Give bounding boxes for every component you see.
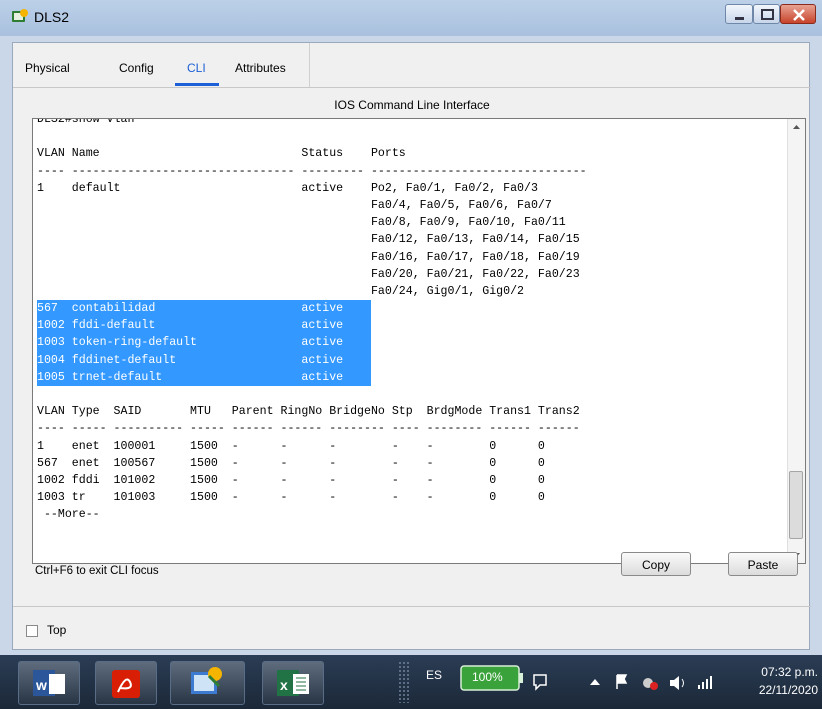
maximize-icon xyxy=(761,9,774,20)
terminal-text: Fa0/8, Fa0/9, Fa0/10, Fa0/11 xyxy=(37,216,566,230)
minimize-button[interactable] xyxy=(725,4,753,24)
terminal-text: DLS2#show vlan xyxy=(37,118,135,126)
volume-icon xyxy=(670,676,684,690)
tab-bar: Physical Config CLI Attributes xyxy=(13,43,811,87)
svg-text:w: w xyxy=(35,677,47,693)
terminal-text: VLAN Name Status Ports xyxy=(37,147,406,161)
language-indicator[interactable]: ES xyxy=(426,668,442,682)
signal-icon xyxy=(698,676,712,689)
taskbar-packet-tracer-button[interactable] xyxy=(170,661,245,705)
terminal-line: 1003 token-ring-default active xyxy=(37,334,777,352)
top-checkbox[interactable] xyxy=(26,625,38,637)
chevron-up-icon xyxy=(590,679,600,685)
terminal-line: Fa0/24, Gig0/1, Gig0/2 xyxy=(37,283,777,300)
packet-tracer-icon xyxy=(191,667,222,694)
app-icon xyxy=(12,9,28,22)
terminal-text: Fa0/4, Fa0/5, Fa0/6, Fa0/7 xyxy=(37,198,552,212)
terminal-line: 1003 tr 101003 1500 - - - - - 0 0 xyxy=(37,489,777,506)
terminal-line: 1 default active Po2, Fa0/1, Fa0/2, Fa0/… xyxy=(37,180,777,197)
tab-config[interactable]: Config xyxy=(119,61,154,75)
terminal-line: DLS2#show vlan xyxy=(37,118,777,128)
terminal-output: DLS2#show vlan VLAN Name Status Ports ----… xyxy=(37,118,777,524)
system-tray[interactable] xyxy=(530,671,730,693)
selected-text: 567 contabilidad active xyxy=(37,300,371,318)
scrollbar[interactable] xyxy=(787,119,805,563)
selected-text: 1004 fddinet-default active xyxy=(37,351,371,369)
network-icon xyxy=(533,674,547,691)
terminal-line: VLAN Type SAID MTU Parent RingNo BridgeN… xyxy=(37,403,777,420)
cli-terminal[interactable]: DLS2#show vlan VLAN Name Status Ports ----… xyxy=(32,118,806,564)
excel-icon: x xyxy=(277,670,309,696)
terminal-line: Fa0/20, Fa0/21, Fa0/22, Fa0/23 xyxy=(37,266,777,283)
taskbar-pdf-button[interactable] xyxy=(95,661,157,705)
taskbar-grip xyxy=(398,661,410,703)
terminal-text: Fa0/24, Gig0/1, Gig0/2 xyxy=(37,284,525,298)
terminal-text: 1002 fddi 101002 1500 - - - - - 0 0 xyxy=(37,473,545,487)
battery-percent: 100% xyxy=(472,670,503,684)
divider xyxy=(13,87,811,88)
taskbar-word-button[interactable]: w xyxy=(18,661,80,705)
terminal-line: VLAN Name Status Ports xyxy=(37,145,777,162)
terminal-line: Fa0/16, Fa0/17, Fa0/18, Fa0/19 xyxy=(37,249,777,266)
clock-time[interactable]: 07:32 p.m. xyxy=(744,665,818,679)
flag-icon xyxy=(616,674,628,689)
clock-date[interactable]: 22/11/2020 xyxy=(744,683,818,697)
word-icon: w xyxy=(33,670,65,696)
terminal-text: 567 enet 100567 1500 - - - - - 0 0 xyxy=(37,456,545,470)
selected-text: 1003 token-ring-default active xyxy=(37,334,371,352)
tab-cli[interactable]: CLI xyxy=(187,61,206,75)
copy-button[interactable]: Copy xyxy=(621,552,691,576)
active-tab-indicator xyxy=(175,83,219,86)
terminal-text: Fa0/20, Fa0/21, Fa0/22, Fa0/23 xyxy=(37,267,580,281)
tab-physical[interactable]: Physical xyxy=(25,61,70,75)
app-window: DLS2 Physical Config CLI Attributes IOS … xyxy=(0,0,822,655)
terminal-line: Fa0/4, Fa0/5, Fa0/6, Fa0/7 xyxy=(37,197,777,214)
window-title: DLS2 xyxy=(34,9,70,25)
terminal-line: --More-- xyxy=(37,506,777,523)
terminal-text: Fa0/12, Fa0/13, Fa0/14, Fa0/15 xyxy=(37,233,580,247)
terminal-line: 1004 fddinet-default active xyxy=(37,351,777,369)
paste-button[interactable]: Paste xyxy=(728,552,798,576)
selected-text: 1005 trnet-default active xyxy=(37,368,371,387)
selected-text: 1002 fddi-default active xyxy=(37,317,371,335)
title-bar[interactable]: DLS2 xyxy=(0,0,822,36)
close-button[interactable] xyxy=(780,4,816,24)
tab-attributes[interactable]: Attributes xyxy=(235,61,286,75)
cli-header: IOS Command Line Interface xyxy=(334,98,490,112)
scroll-up-icon[interactable] xyxy=(788,119,805,136)
terminal-line: ---- -------------------------------- --… xyxy=(37,163,777,180)
terminal-text: 1 enet 100001 1500 - - - - - 0 0 xyxy=(37,439,545,453)
terminal-line: Fa0/8, Fa0/9, Fa0/10, Fa0/11 xyxy=(37,214,777,231)
minimize-icon xyxy=(735,17,744,20)
terminal-line: 1002 fddi-default active xyxy=(37,317,777,335)
taskbar-excel-button[interactable]: x xyxy=(262,661,324,705)
terminal-text: 1003 tr 101003 1500 - - - - - 0 0 xyxy=(37,491,545,505)
terminal-line: 567 enet 100567 1500 - - - - - 0 0 xyxy=(37,455,777,472)
device-panel: Physical Config CLI Attributes IOS Comma… xyxy=(12,42,811,650)
terminal-line: ---- ----- ---------- ----- ------ -----… xyxy=(37,420,777,437)
svg-text:x: x xyxy=(280,677,288,693)
terminal-text: --More-- xyxy=(37,508,100,522)
terminal-line: 1 enet 100001 1500 - - - - - 0 0 xyxy=(37,438,777,455)
terminal-line: 1005 trnet-default active xyxy=(37,368,777,387)
terminal-text: ---- ----- ---------- ----- ------ -----… xyxy=(37,422,580,436)
terminal-text: VLAN Type SAID MTU Parent RingNo BridgeN… xyxy=(37,405,580,419)
terminal-text: ---- -------------------------------- --… xyxy=(37,164,587,178)
terminal-text: Fa0/16, Fa0/17, Fa0/18, Fa0/19 xyxy=(37,250,580,264)
cli-focus-hint: Ctrl+F6 to exit CLI focus xyxy=(35,565,159,577)
network-status-icon xyxy=(643,678,658,690)
top-checkbox-label: Top xyxy=(47,623,67,637)
taskbar: w x ES 100% 07:32 p.m. 22/11/2020 xyxy=(0,655,822,709)
divider xyxy=(13,606,811,607)
pdf-icon xyxy=(112,670,140,698)
terminal-line: Fa0/12, Fa0/13, Fa0/14, Fa0/15 xyxy=(37,231,777,248)
scroll-thumb[interactable] xyxy=(789,471,803,539)
maximize-button[interactable] xyxy=(753,4,780,24)
terminal-text: 1 default active Po2, Fa0/1, Fa0/2, Fa0/… xyxy=(37,181,538,195)
close-icon xyxy=(793,9,805,21)
terminal-line: 1002 fddi 101002 1500 - - - - - 0 0 xyxy=(37,472,777,489)
terminal-line: 567 contabilidad active xyxy=(37,300,777,318)
